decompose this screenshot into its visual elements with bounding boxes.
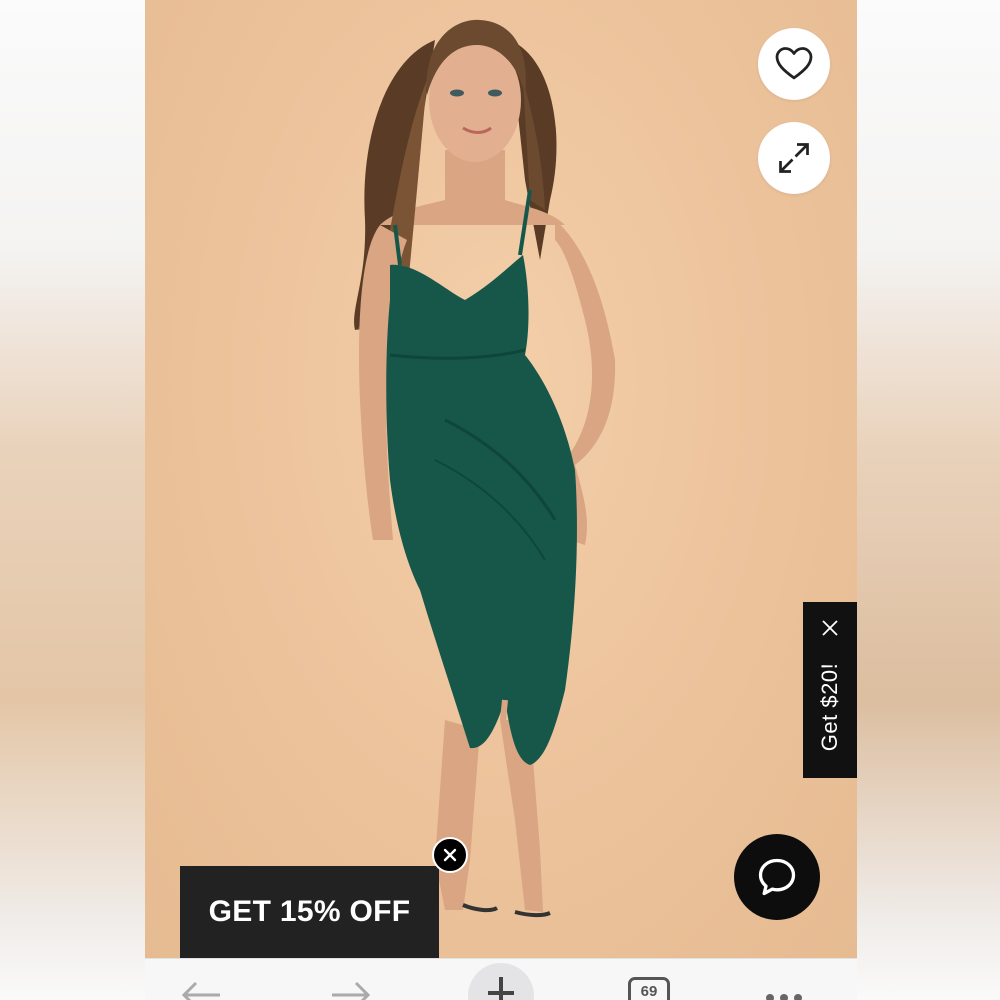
chat-bubble-icon [758,858,796,896]
close-icon[interactable] [820,618,840,638]
discount-banner-close-button[interactable] [432,837,468,873]
get-20-promo-tab[interactable]: Get $20! [803,602,857,778]
promo-tab-label: Get $20! [817,662,843,752]
chat-button[interactable] [734,834,820,920]
favorite-button[interactable] [758,28,830,100]
arrow-left-icon [181,981,220,1000]
expand-icon [779,143,809,173]
tab-count: 69 [640,983,658,1000]
discount-banner-label: GET 15% OFF [208,895,411,928]
plus-icon [488,977,514,1000]
close-circle-icon [443,848,457,862]
browser-toolbar: 69 [145,958,857,1000]
product-image[interactable] [145,0,857,958]
blurred-right-fill [857,0,1000,1000]
tabs-button[interactable]: 69 [628,977,670,1000]
new-tab-button[interactable] [468,963,534,1000]
more-dots-icon [763,989,805,1000]
arrow-right-icon [332,981,371,1000]
model-illustration [354,19,616,918]
more-button[interactable] [763,989,805,1000]
expand-image-button[interactable] [758,122,830,194]
discount-banner[interactable]: GET 15% OFF [180,866,439,958]
back-button[interactable] [180,969,222,1000]
forward-button[interactable] [330,969,372,1000]
blurred-left-fill [0,0,145,1000]
heart-icon [775,47,813,80]
